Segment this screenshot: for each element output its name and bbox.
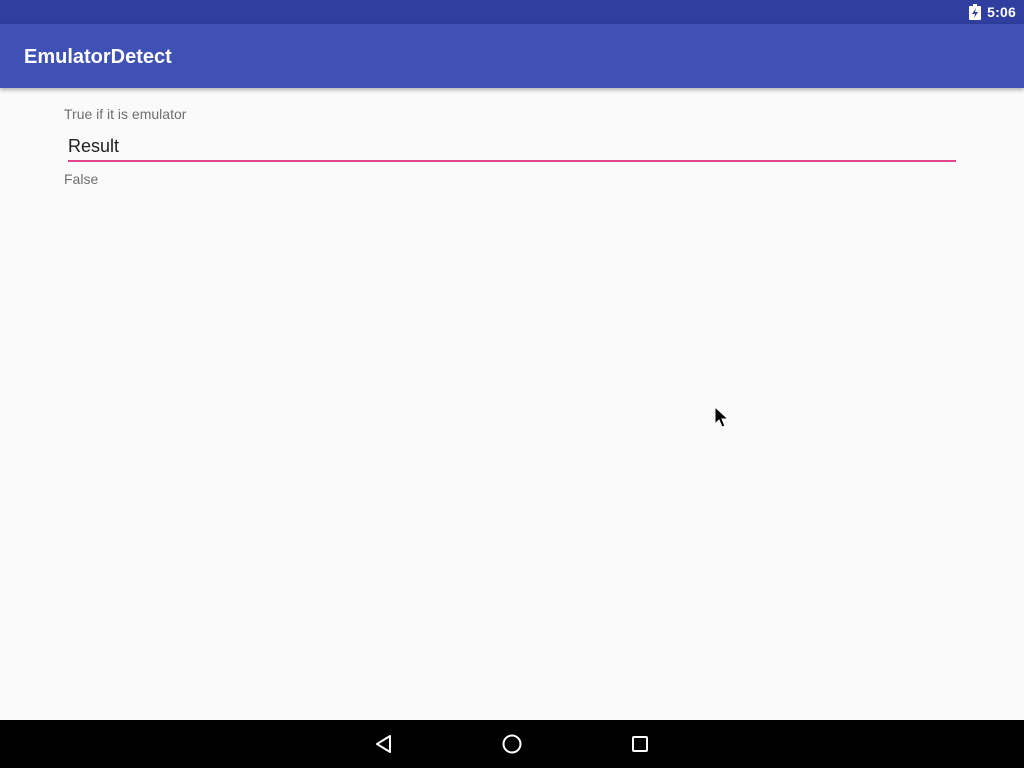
mouse-cursor-icon [714, 406, 730, 428]
status-icons: 5:06 [969, 0, 1016, 24]
status-bar: 5:06 [0, 0, 1024, 24]
app-title: EmulatorDetect [24, 46, 172, 68]
home-button[interactable] [496, 728, 528, 760]
status-time: 5:06 [987, 4, 1016, 20]
home-icon [502, 734, 522, 754]
result-value: False [64, 171, 99, 187]
emulator-caption: True if it is emulator [64, 106, 187, 122]
battery-charging-icon [969, 4, 982, 20]
navigation-bar [0, 720, 1024, 768]
main-content: True if it is emulator False [0, 88, 1024, 720]
recents-icon [632, 736, 648, 752]
recents-button[interactable] [624, 728, 656, 760]
back-button[interactable] [368, 728, 400, 760]
app-bar: EmulatorDetect [0, 24, 1024, 88]
result-input[interactable] [68, 132, 956, 162]
back-icon [376, 735, 391, 753]
